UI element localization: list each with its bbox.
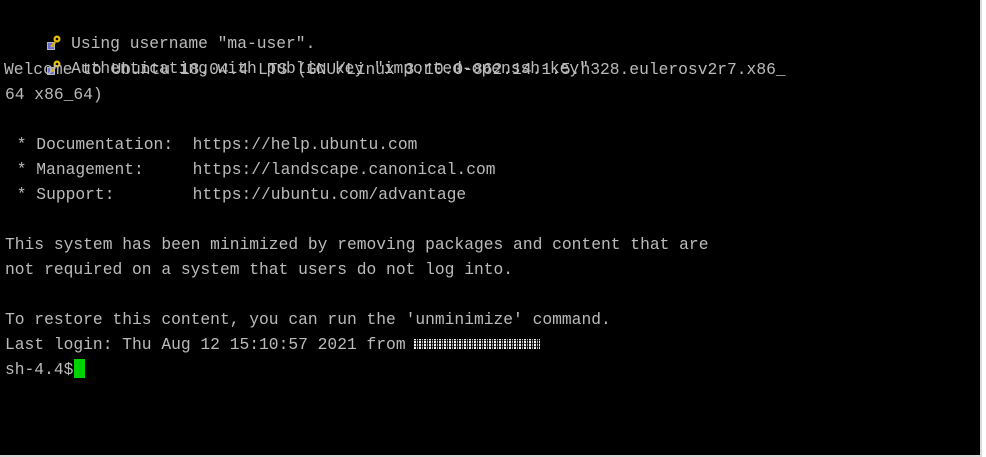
- redacted-ip: [413, 339, 540, 349]
- welcome-message: Welcome to Ubuntu 18.04.4 LTS (GNU/Linux…: [4, 60, 786, 79]
- shell-prompt: sh-4.4$: [5, 360, 74, 379]
- minimized-notice-line-1: This system has been minimized by removi…: [5, 235, 709, 254]
- support-line: * Support: https://ubuntu.com/advantage: [7, 185, 467, 204]
- terminal-window[interactable]: Using username "ma-user". Authenticating…: [0, 0, 982, 457]
- terminal-cursor: [74, 359, 86, 378]
- minimized-notice-line-2: not required on a system that users do n…: [5, 260, 514, 279]
- terminal-line: Using username "ma-user".: [7, 8, 315, 53]
- shell-prompt-line[interactable]: sh-4.4$: [5, 358, 86, 382]
- management-line: * Management: https://landscape.canonica…: [7, 160, 496, 179]
- last-login-line: Last login: Thu Aug 12 15:10:57 2021 fro…: [5, 333, 540, 357]
- documentation-line: * Documentation: https://help.ubuntu.com: [7, 135, 418, 154]
- welcome-message-continued: 64 x86_64): [5, 85, 103, 104]
- unminimize-notice: To restore this content, you can run the…: [5, 310, 611, 329]
- terminal-line: Authenticating with public key "imported…: [7, 33, 589, 78]
- last-login-text: Last login: Thu Aug 12 15:10:57 2021 fro…: [5, 335, 406, 354]
